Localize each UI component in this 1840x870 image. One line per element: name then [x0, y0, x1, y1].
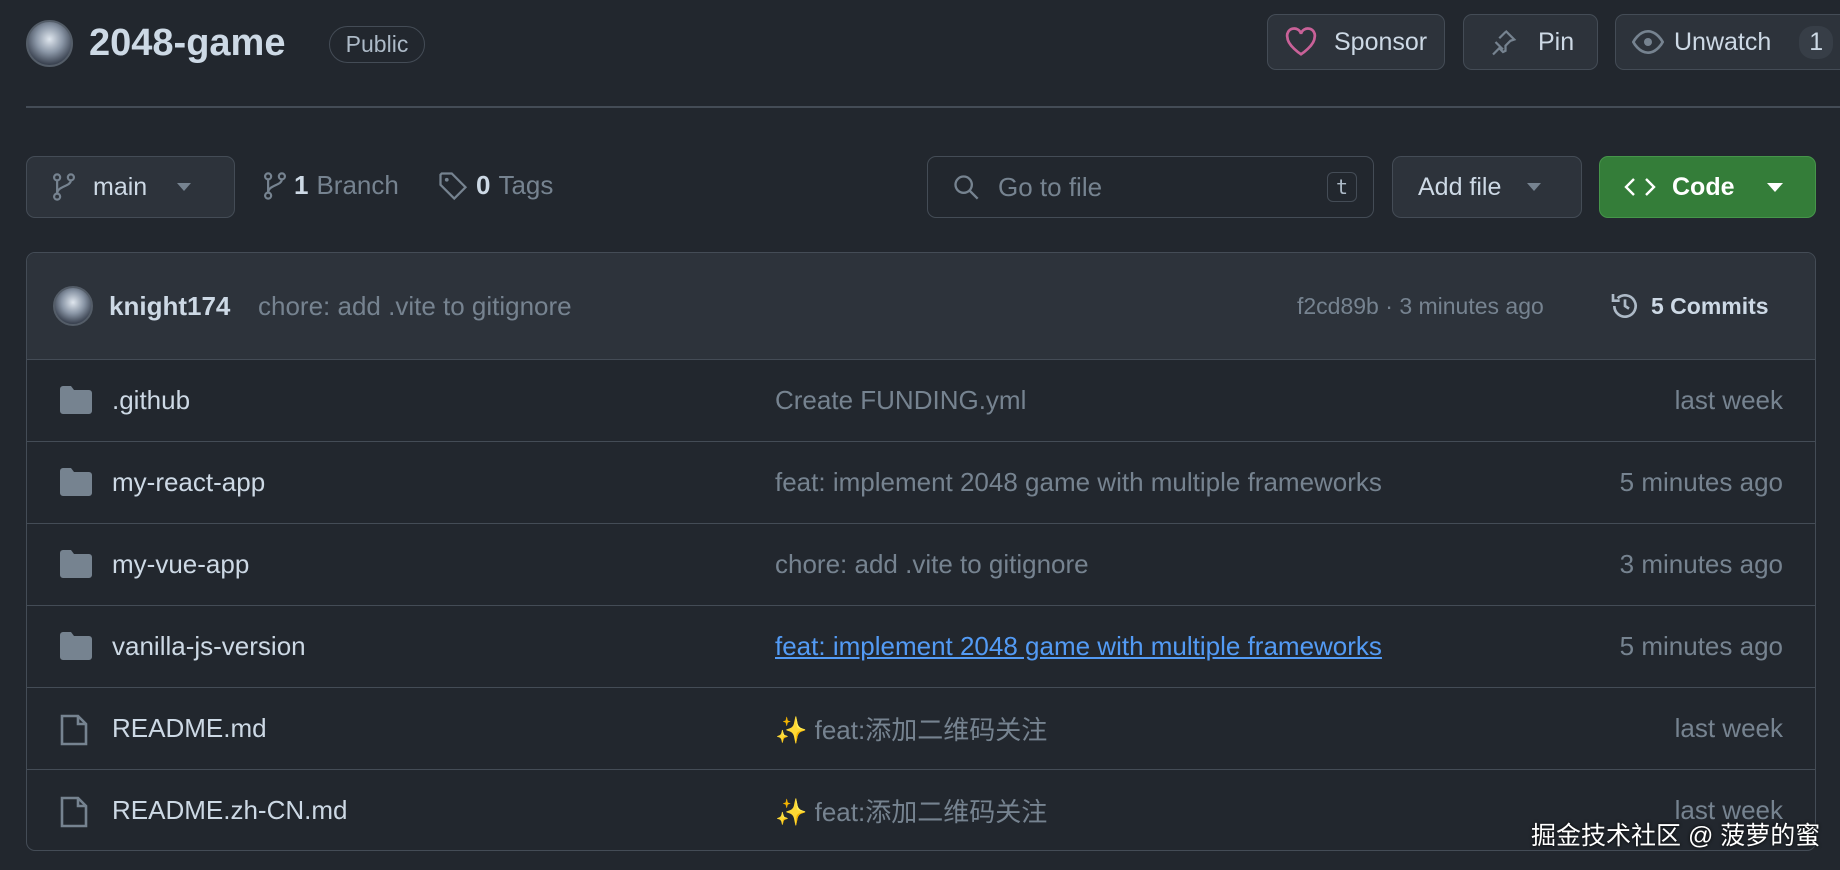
add-file-label: Add file — [1418, 172, 1502, 201]
file-row[interactable]: my-vue-app chore: add .vite to gitignore… — [27, 523, 1815, 605]
file-icon — [60, 714, 88, 746]
unwatch-button[interactable]: Unwatch 1 — [1615, 14, 1840, 70]
commit-hash[interactable]: f2cd89b — [1297, 293, 1379, 319]
eye-icon — [1632, 28, 1664, 56]
file-commit-message[interactable]: ✨ feat:添加二维码关注 — [775, 710, 1047, 747]
chevron-down-icon — [1766, 182, 1783, 192]
repo-title[interactable]: 2048-game — [89, 22, 285, 65]
watch-count: 1 — [1799, 25, 1834, 59]
sponsor-label: Sponsor — [1334, 27, 1428, 56]
file-commit-message[interactable]: chore: add .vite to gitignore — [775, 549, 1089, 580]
commit-message[interactable]: chore: add .vite to gitignore — [258, 291, 572, 322]
commits-link[interactable]: 5 Commits — [1609, 290, 1769, 322]
file-commit-message[interactable]: feat: implement 2048 game with multiple … — [775, 631, 1382, 662]
search-icon — [952, 173, 980, 201]
code-icon — [1624, 175, 1656, 199]
add-file-button[interactable]: Add file — [1392, 156, 1582, 218]
tags-link[interactable]: 0 Tags — [438, 170, 553, 201]
branch-count: 1 — [294, 170, 309, 200]
folder-icon — [60, 632, 92, 660]
file-commit-time: last week — [1674, 713, 1783, 743]
file-row[interactable]: .github Create FUNDING.yml last week — [27, 359, 1815, 441]
file-commit-message[interactable]: feat: implement 2048 game with multiple … — [775, 467, 1382, 498]
branch-icon — [264, 171, 286, 200]
branch-label: Branch — [316, 170, 399, 200]
commit-author[interactable]: knight174 — [109, 291, 230, 322]
tag-label: Tags — [498, 170, 554, 200]
pin-button[interactable]: Pin — [1463, 14, 1598, 70]
file-row[interactable]: my-react-app feat: implement 2048 game w… — [27, 441, 1815, 523]
pin-label: Pin — [1538, 27, 1575, 56]
file-commit-time: 5 minutes ago — [1619, 467, 1783, 497]
file-commit-time: 3 minutes ago — [1619, 549, 1783, 579]
go-to-file-search[interactable]: Go to file t — [927, 156, 1374, 218]
header-divider — [26, 106, 1840, 108]
file-name[interactable]: my-vue-app — [112, 549, 249, 580]
branches-link[interactable]: 1 Branch — [264, 170, 399, 201]
file-commit-time: 5 minutes ago — [1619, 631, 1783, 661]
branch-selector[interactable]: main — [26, 156, 235, 218]
tag-count: 0 — [476, 170, 491, 200]
history-icon — [1609, 290, 1641, 322]
watermark: 掘金技术社区 @ 菠萝的蜜 — [1531, 822, 1821, 850]
file-icon — [60, 796, 88, 828]
commit-hash-time[interactable]: f2cd89b · 3 minutes ago — [1297, 293, 1544, 320]
file-name[interactable]: my-react-app — [112, 467, 265, 498]
branch-icon — [53, 173, 75, 201]
file-name[interactable]: .github — [112, 385, 190, 416]
code-label: Code — [1672, 172, 1735, 201]
latest-commit-bar: knight174 chore: add .vite to gitignore … — [27, 253, 1815, 359]
pin-icon — [1488, 27, 1518, 57]
repo-owner-avatar[interactable] — [26, 20, 73, 67]
file-table: knight174 chore: add .vite to gitignore … — [26, 252, 1816, 851]
file-row[interactable]: README.md ✨ feat:添加二维码关注 last week — [27, 687, 1815, 769]
file-name[interactable]: vanilla-js-version — [112, 631, 306, 662]
folder-icon — [60, 386, 92, 414]
search-placeholder: Go to file — [998, 171, 1103, 202]
code-button[interactable]: Code — [1599, 156, 1816, 218]
file-commit-message[interactable]: Create FUNDING.yml — [775, 385, 1026, 416]
visibility-badge: Public — [329, 26, 425, 63]
unwatch-label: Unwatch — [1674, 27, 1772, 56]
shortcut-key: t — [1326, 172, 1357, 202]
folder-icon — [60, 468, 92, 496]
chevron-down-icon — [1527, 183, 1542, 191]
chevron-down-icon — [177, 183, 192, 191]
heart-icon — [1284, 27, 1318, 57]
folder-icon — [60, 550, 92, 578]
file-row[interactable]: vanilla-js-version feat: implement 2048 … — [27, 605, 1815, 687]
commit-time: 3 minutes ago — [1399, 292, 1544, 319]
commits-count: 5 Commits — [1651, 292, 1769, 319]
author-avatar[interactable] — [53, 286, 93, 326]
sponsor-button[interactable]: Sponsor — [1267, 14, 1445, 70]
file-name[interactable]: README.zh-CN.md — [112, 795, 347, 826]
tag-icon — [438, 171, 468, 201]
file-name[interactable]: README.md — [112, 713, 267, 744]
file-commit-time: last week — [1674, 385, 1783, 415]
branch-name: main — [93, 172, 148, 201]
file-commit-message[interactable]: ✨ feat:添加二维码关注 — [775, 792, 1047, 829]
